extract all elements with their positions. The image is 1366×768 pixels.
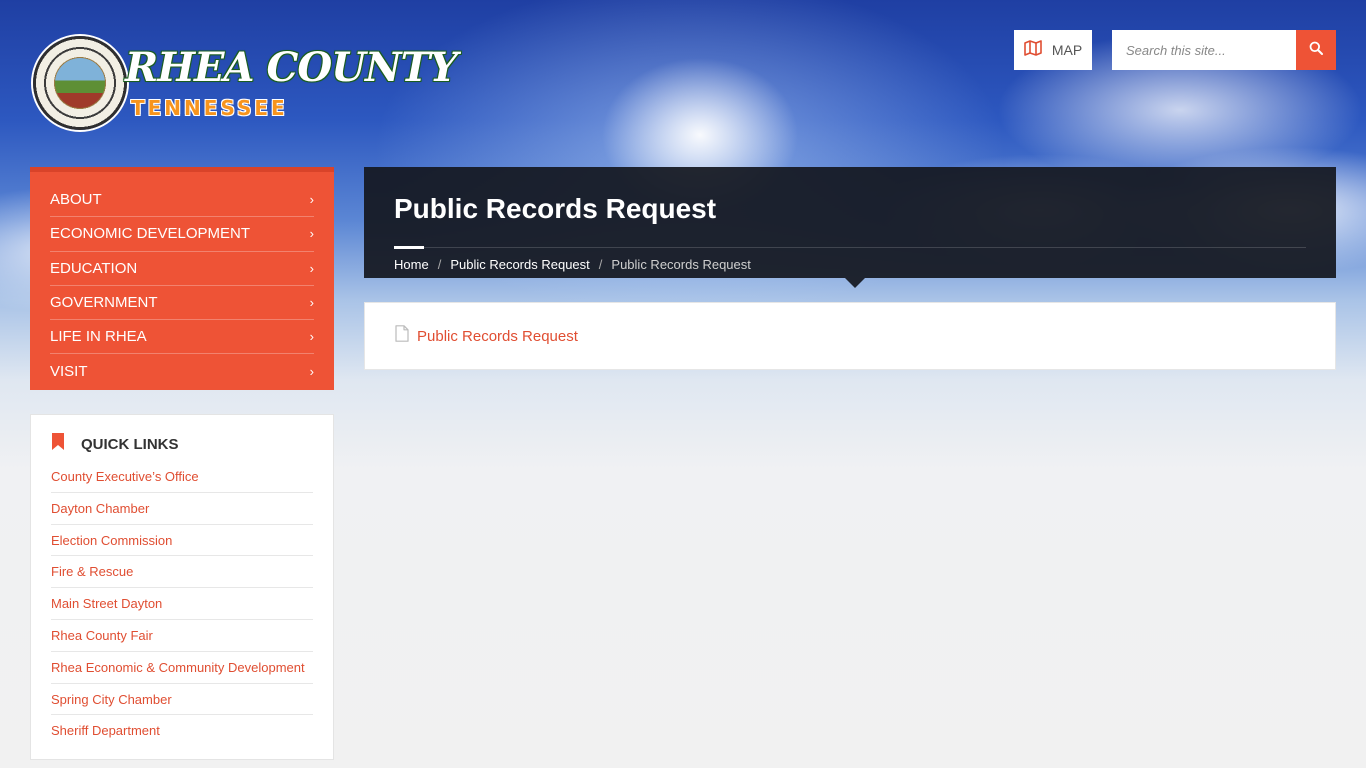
quick-links-title: QUICK LINKS [81,435,179,453]
page-content: Public Records Request [364,302,1336,370]
nav-item-label: ABOUT [50,191,102,209]
nav-item-about[interactable]: ABOUT › [50,183,314,218]
chevron-right-icon: › [309,226,314,242]
document-link[interactable]: Public Records Request [417,328,578,345]
quick-links-widget: QUICK LINKS County Executive’s Office Da… [30,414,334,760]
page-header: Public Records Request Home / Public Rec… [364,167,1336,288]
nav-item-visit[interactable]: VISIT › [50,354,314,388]
breadcrumb-separator: / [437,257,442,272]
county-seal-center [55,58,105,108]
nav-item-label: EDUCATION [50,259,138,277]
chevron-right-icon: › [309,260,314,276]
search-button[interactable] [1296,30,1336,70]
quick-link-fire-rescue[interactable]: Fire & Rescue [51,556,313,589]
map-button[interactable]: MAP [1014,30,1092,70]
title-divider [394,246,1306,249]
main-navigation: ABOUT › ECONOMIC DEVELOPMENT › EDUCATION… [30,167,334,390]
nav-item-life-in-rhea[interactable]: LIFE IN RHEA › [50,320,314,355]
bookmark-icon [51,432,65,456]
map-button-label: MAP [1051,42,1083,58]
site-logo[interactable]: RHEA COUNTY TENNESSEE [33,36,458,132]
breadcrumb-current: Public Records Request [611,257,751,272]
chevron-right-icon: › [309,364,314,380]
nav-item-label: GOVERNMENT [50,294,158,312]
quick-link-spring-city-chamber[interactable]: Spring City Chamber [51,684,313,716]
chevron-right-icon: › [309,192,314,208]
page-title: Public Records Request [394,193,717,224]
quick-links-header: QUICK LINKS [51,432,313,456]
logo-county-name: RHEA COUNTY [125,44,458,91]
nav-item-education[interactable]: EDUCATION › [50,252,314,286]
map-icon [1024,39,1042,61]
nav-item-economic-development[interactable]: ECONOMIC DEVELOPMENT › [50,217,314,252]
nav-item-government[interactable]: GOVERNMENT › [50,286,314,321]
quick-link-main-street-dayton[interactable]: Main Street Dayton [51,588,313,620]
nav-item-label: ECONOMIC DEVELOPMENT [50,225,251,243]
quick-link-sheriff-department[interactable]: Sheriff Department [51,715,313,747]
search-icon [1309,41,1323,60]
county-seal [33,36,127,130]
quick-link-election-commission[interactable]: Election Commission [51,525,313,557]
quick-link-county-executive[interactable]: County Executive’s Office [51,461,313,493]
document-icon [395,325,409,347]
chevron-right-icon: › [309,295,314,311]
quick-link-dayton-chamber[interactable]: Dayton Chamber [51,493,313,525]
logo-state-name: TENNESSEE [131,96,288,120]
breadcrumb: Home / Public Records Request / Public R… [394,257,1306,272]
breadcrumb-parent[interactable]: Public Records Request [450,257,589,272]
quick-link-rhea-county-fair[interactable]: Rhea County Fair [51,620,313,652]
nav-item-label: VISIT [50,363,88,381]
breadcrumb-separator: / [598,257,603,272]
quick-link-economic-community-development[interactable]: Rhea Economic & Community Development [51,652,313,684]
breadcrumb-home[interactable]: Home [394,257,429,272]
search-input[interactable] [1112,30,1296,70]
nav-item-label: LIFE IN RHEA [50,328,147,346]
chevron-right-icon: › [309,329,314,345]
